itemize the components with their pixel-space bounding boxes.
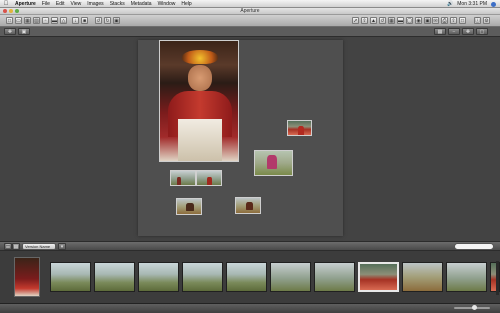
thumb-portrait[interactable] xyxy=(14,257,40,297)
photo-hat xyxy=(182,50,218,64)
lift-tool-icon[interactable]: ⇧ xyxy=(361,17,368,24)
thumbnail[interactable] xyxy=(94,262,135,292)
menu-stacks[interactable]: Stacks xyxy=(107,1,128,7)
zoom-window-icon[interactable] xyxy=(15,9,19,13)
filter-button[interactable]: ▾ xyxy=(58,243,66,250)
menu-bar:  Aperture File Edit View Images Stacks … xyxy=(0,0,500,8)
window-title: Aperture xyxy=(240,8,260,14)
photo-figure xyxy=(298,126,304,135)
selection-tool-icon[interactable]: ➚ xyxy=(352,17,359,24)
status-bar xyxy=(0,303,500,313)
photo-figure xyxy=(207,177,212,185)
spotlight-icon[interactable] xyxy=(491,1,496,7)
menu-view[interactable]: View xyxy=(68,1,85,7)
thumbnail[interactable] xyxy=(446,262,487,292)
photo-dancer-spin[interactable] xyxy=(235,197,261,214)
adjustments-icon[interactable]: ⚙ xyxy=(483,17,490,24)
photo-figure xyxy=(267,155,277,169)
thumbnail[interactable] xyxy=(270,262,311,292)
minimize-window-icon[interactable] xyxy=(9,9,13,13)
crop-tool-icon[interactable]: ▦ xyxy=(388,17,395,24)
photo-figure xyxy=(186,203,194,211)
new-book-icon[interactable]: ▧ xyxy=(33,17,40,24)
browser-control-bar: ☰ ▦ Version Name ▾ xyxy=(0,241,500,251)
rotate-left-icon[interactable]: ↺ xyxy=(95,17,102,24)
menu-metadata[interactable]: Metadata xyxy=(128,1,155,7)
slider-knob[interactable] xyxy=(472,305,477,310)
new-light-table-icon[interactable]: ▫ xyxy=(42,17,49,24)
search-input[interactable] xyxy=(454,243,494,250)
photo-crowd-b[interactable] xyxy=(196,170,222,186)
sort-dropdown[interactable]: Version Name xyxy=(22,243,56,250)
share-icon[interactable]: ⇧ xyxy=(450,17,457,24)
new-smart-album-icon[interactable]: △ xyxy=(60,17,67,24)
menu-window[interactable]: Window xyxy=(155,1,179,7)
photo-dancers-red[interactable] xyxy=(287,120,312,136)
photo-performer-field[interactable] xyxy=(254,150,293,176)
thumbnail[interactable] xyxy=(226,262,267,292)
main-toolbar: □ ▭ ▦ ▧ ▫ ▬ △ ↓ ■ ↺ ↻ ▣ ➚ ⇧ ▲ ↺ ▦ ▬ ◯ ◉ … xyxy=(0,15,500,27)
menu-clock[interactable]: Mon 3:31 PM xyxy=(457,1,487,7)
scrollbar[interactable] xyxy=(496,261,499,295)
volume-icon[interactable]: 🔊 xyxy=(447,1,453,7)
import-icon[interactable]: ↓ xyxy=(72,17,79,24)
thumbnail[interactable] xyxy=(314,262,355,292)
window-titlebar: Aperture xyxy=(0,8,500,15)
stamp-tool-icon[interactable]: ▲ xyxy=(370,17,377,24)
thumbnail[interactable] xyxy=(138,262,179,292)
photo-dancer-leap[interactable] xyxy=(176,198,202,215)
thumbnail[interactable] xyxy=(182,262,223,292)
menu-help[interactable]: Help xyxy=(178,1,194,7)
red-eye-tool-icon[interactable]: ◉ xyxy=(415,17,422,24)
straighten-tool-icon[interactable]: ▬ xyxy=(397,17,404,24)
new-project-icon[interactable]: □ xyxy=(6,17,13,24)
align-button[interactable]: ▦ xyxy=(434,28,446,35)
new-folder-icon[interactable]: ▭ xyxy=(15,17,22,24)
light-table-canvas[interactable] xyxy=(0,37,500,241)
photo-face xyxy=(188,65,212,91)
photo-girl-portrait[interactable] xyxy=(159,40,239,162)
main-viewer-icon[interactable]: □ xyxy=(459,17,466,24)
stack-icon[interactable]: ▣ xyxy=(113,17,120,24)
light-table-bar: ✚ ▣ ▦ − ✚ ▢ xyxy=(0,27,500,37)
browser-toggle-button[interactable]: ☰ xyxy=(4,243,12,250)
rotate-right-icon[interactable]: ↻ xyxy=(104,17,111,24)
email-icon[interactable]: ✉ xyxy=(432,17,439,24)
photo-crowd-a[interactable] xyxy=(170,170,196,186)
new-album-icon[interactable]: ▦ xyxy=(24,17,31,24)
thumbnail[interactable] xyxy=(50,262,91,292)
apple-icon[interactable]:  xyxy=(0,1,12,7)
close-window-icon[interactable] xyxy=(3,9,7,13)
print-icon[interactable]: ⎙ xyxy=(441,17,448,24)
rotate-tool-icon[interactable]: ↺ xyxy=(379,17,386,24)
menu-edit[interactable]: Edit xyxy=(53,1,68,7)
menu-aperture[interactable]: Aperture xyxy=(12,1,39,7)
add-image-button[interactable]: ✚ xyxy=(4,28,16,35)
vault-icon[interactable]: ■ xyxy=(81,17,88,24)
photo-figure xyxy=(177,177,181,185)
photo-robe xyxy=(178,119,222,161)
zoom-out-button[interactable]: − xyxy=(448,28,460,35)
photo-figure xyxy=(246,202,253,210)
thumbnail[interactable] xyxy=(402,262,443,292)
inspector-icon[interactable]: ⓘ xyxy=(474,17,481,24)
patch-tool-icon[interactable]: ▣ xyxy=(424,17,431,24)
browser-grid-button[interactable]: ▦ xyxy=(12,243,20,250)
image-browser xyxy=(0,251,500,303)
menu-images[interactable]: Images xyxy=(84,1,106,7)
fit-view-button[interactable]: ▢ xyxy=(476,28,488,35)
thumbnail-size-slider[interactable] xyxy=(454,305,490,310)
loupe-tool-icon[interactable]: ◯ xyxy=(406,17,413,24)
scale-to-fit-button[interactable]: ▣ xyxy=(18,28,30,35)
zoom-in-button[interactable]: ✚ xyxy=(462,28,474,35)
thumbnail-selected[interactable] xyxy=(358,262,399,292)
new-web-gallery-icon[interactable]: ▬ xyxy=(51,17,58,24)
menu-file[interactable]: File xyxy=(39,1,53,7)
